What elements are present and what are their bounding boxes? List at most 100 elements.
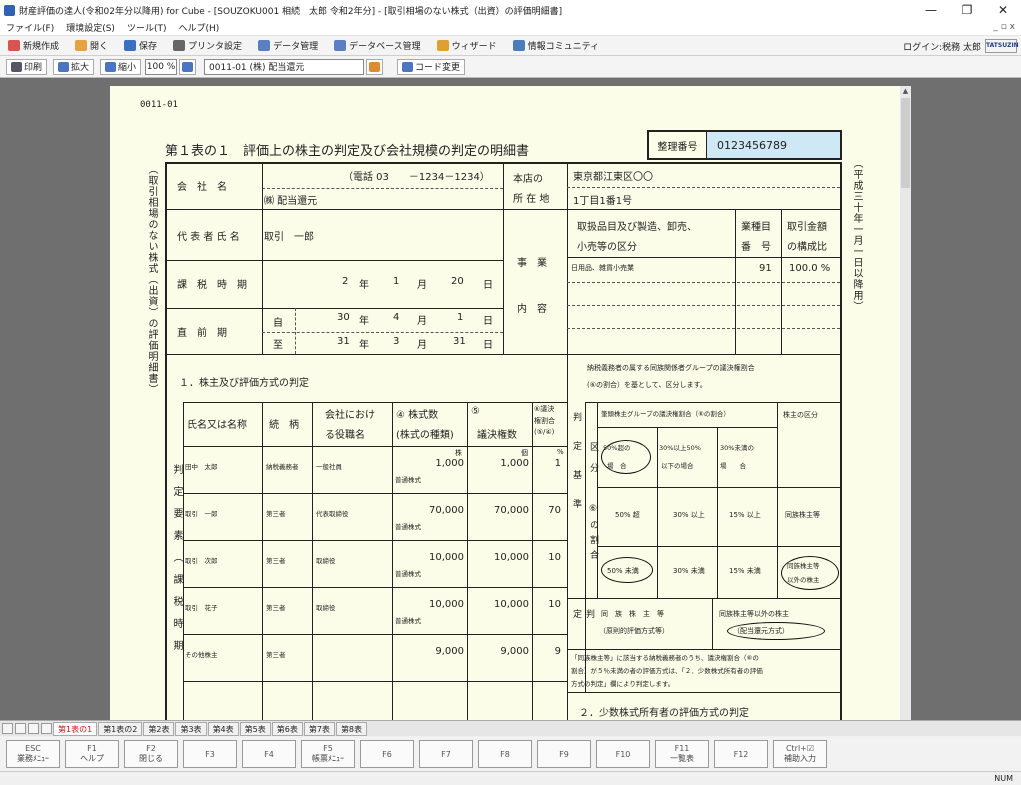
seiri-number-field[interactable]: 0123456789	[707, 132, 840, 158]
shareholder-relation[interactable]: 第三者	[266, 508, 286, 518]
last-tab-button[interactable]	[41, 723, 52, 734]
toolbar-button-4[interactable]: データ管理	[258, 39, 318, 52]
taxation-month[interactable]: 1	[393, 276, 399, 287]
from-month[interactable]: 4	[393, 312, 399, 323]
function-key-2[interactable]: F2 閉じる	[124, 740, 178, 768]
sheet-tab-8[interactable]: 第8表	[335, 721, 368, 736]
sheet-tab-1[interactable]: 第1表の2	[98, 721, 143, 736]
toolbar-button-1[interactable]: 開く	[75, 39, 108, 52]
shareholder-votes[interactable]: 1,000	[485, 458, 529, 469]
close-button[interactable]: ✕	[985, 0, 1021, 20]
function-key-13[interactable]: Ctrl+☑ 補助入力	[773, 740, 827, 768]
representative-name[interactable]: 取引 一郎	[264, 228, 314, 243]
toolbar-button-2[interactable]: 保存	[124, 39, 157, 52]
address-line1[interactable]: 東京都江東区〇〇	[573, 168, 653, 183]
sheet-tab-4[interactable]: 第4表	[207, 721, 239, 736]
shareholder-shares[interactable]: 10,000	[422, 599, 464, 610]
shareholder-name[interactable]: 取引 一郎	[185, 508, 218, 518]
shareholder-position[interactable]: 取締役	[316, 602, 336, 612]
menu-settings[interactable]: 環境設定(S)	[60, 21, 121, 34]
form-select[interactable]: 0011-01 (株) 配当還元	[204, 58, 365, 75]
shareholder-votes[interactable]: 70,000	[485, 505, 529, 516]
business-item-field[interactable]: 日用品、雑貨小売業	[571, 263, 634, 273]
mdi-controls[interactable]: _ ▫ x	[993, 22, 1015, 32]
shareholder-position[interactable]: 代表取締役	[316, 508, 349, 518]
shareholder-votes[interactable]: 9,000	[485, 646, 529, 657]
scroll-up-arrow[interactable]: ▲	[900, 86, 911, 97]
sheet-tab-7[interactable]: 第7表	[303, 721, 335, 736]
shareholder-share-type[interactable]: 普通株式	[395, 521, 421, 531]
shareholder-name[interactable]: 田中 太郎	[185, 461, 218, 471]
code-change-button[interactable]: コード変更	[397, 58, 466, 75]
function-key-9[interactable]: F9	[537, 740, 591, 768]
vertical-scrollbar[interactable]: ▲	[900, 86, 911, 720]
menu-file[interactable]: ファイル(F)	[0, 21, 60, 34]
scroll-thumb[interactable]	[901, 98, 910, 188]
zoom-fit-button[interactable]	[179, 58, 197, 75]
function-key-8[interactable]: F8	[478, 740, 532, 768]
minimize-button[interactable]: —	[913, 0, 949, 20]
print-button[interactable]: 印刷	[6, 58, 48, 75]
business-ratio-field[interactable]: 100.0 %	[789, 263, 830, 274]
shareholder-share-type[interactable]: 普通株式	[395, 615, 421, 625]
shareholder-relation[interactable]: 納税義務者	[266, 461, 299, 471]
shareholder-ratio[interactable]: 1	[537, 458, 561, 469]
company-name-field[interactable]: ㈱ 配当還元	[264, 192, 317, 207]
form-select-open-button[interactable]	[366, 58, 384, 75]
function-key-6[interactable]: F6	[360, 740, 414, 768]
shareholder-shares[interactable]: 10,000	[422, 552, 464, 563]
shareholder-relation[interactable]: 第三者	[266, 555, 286, 565]
shareholder-ratio[interactable]: 10	[537, 552, 561, 563]
shareholder-name[interactable]: 取引 次郎	[185, 555, 218, 565]
shareholder-relation[interactable]: 第三者	[266, 649, 286, 659]
from-year[interactable]: 30	[337, 312, 350, 323]
shareholder-ratio[interactable]: 10	[537, 599, 561, 610]
shareholder-name[interactable]: その他株主	[185, 649, 218, 659]
function-key-10[interactable]: F10	[596, 740, 650, 768]
toolbar-button-3[interactable]: プリンタ設定	[173, 39, 242, 52]
toolbar-button-0[interactable]: 新規作成	[8, 39, 59, 52]
shareholder-ratio[interactable]: 70	[537, 505, 561, 516]
toolbar-button-6[interactable]: ウィザード	[436, 39, 497, 52]
shareholder-shares[interactable]: 70,000	[422, 505, 464, 516]
from-day[interactable]: 1	[457, 312, 463, 323]
toolbar-button-7[interactable]: 情報コミュニティ	[512, 39, 599, 52]
sheet-tab-5[interactable]: 第5表	[239, 721, 271, 736]
shareholder-position[interactable]: 一般社員	[316, 461, 342, 471]
business-code-field[interactable]: 91	[759, 263, 772, 274]
sheet-tab-6[interactable]: 第6表	[271, 721, 303, 736]
function-key-0[interactable]: ESC 業務ﾒﾆｭｰ	[6, 740, 60, 768]
address-line2[interactable]: 1丁目1番1号	[573, 192, 632, 207]
maximize-button[interactable]: ❐	[949, 0, 985, 20]
shareholder-share-type[interactable]: 普通株式	[395, 474, 421, 484]
shareholder-name[interactable]: 取引 花子	[185, 602, 218, 612]
to-month[interactable]: 3	[393, 336, 399, 347]
to-year[interactable]: 31	[337, 336, 350, 347]
toolbar-button-5[interactable]: データベース管理	[334, 39, 421, 52]
function-key-12[interactable]: F12	[714, 740, 768, 768]
zoom-value-field[interactable]: 100 %	[145, 58, 178, 75]
function-key-5[interactable]: F5 帳票ﾒﾆｭｰ	[301, 740, 355, 768]
shareholder-votes[interactable]: 10,000	[485, 552, 529, 563]
function-key-4[interactable]: F4	[242, 740, 296, 768]
shareholder-shares[interactable]: 1,000	[422, 458, 464, 469]
menu-help[interactable]: ヘルプ(H)	[172, 21, 225, 34]
shareholder-relation[interactable]: 第三者	[266, 602, 286, 612]
function-key-7[interactable]: F7	[419, 740, 473, 768]
zoom-out-button[interactable]: 縮小	[100, 58, 142, 75]
sheet-tab-3[interactable]: 第3表	[175, 721, 207, 736]
function-key-1[interactable]: F1 ヘルプ	[65, 740, 119, 768]
first-tab-button[interactable]	[2, 723, 13, 734]
function-key-11[interactable]: F11 一覧表	[655, 740, 709, 768]
shareholder-votes[interactable]: 10,000	[485, 599, 529, 610]
sheet-tab-0[interactable]: 第1表の1	[53, 721, 98, 736]
sheet-tab-2[interactable]: 第2表	[143, 721, 175, 736]
taxation-day[interactable]: 20	[451, 276, 464, 287]
function-key-3[interactable]: F3	[183, 740, 237, 768]
shareholder-ratio[interactable]: 9	[537, 646, 561, 657]
shareholder-shares[interactable]: 9,000	[422, 646, 464, 657]
shareholder-position[interactable]: 取締役	[316, 555, 336, 565]
taxation-year[interactable]: 2	[342, 276, 348, 287]
next-tab-button[interactable]	[28, 723, 39, 734]
to-day[interactable]: 31	[453, 336, 466, 347]
